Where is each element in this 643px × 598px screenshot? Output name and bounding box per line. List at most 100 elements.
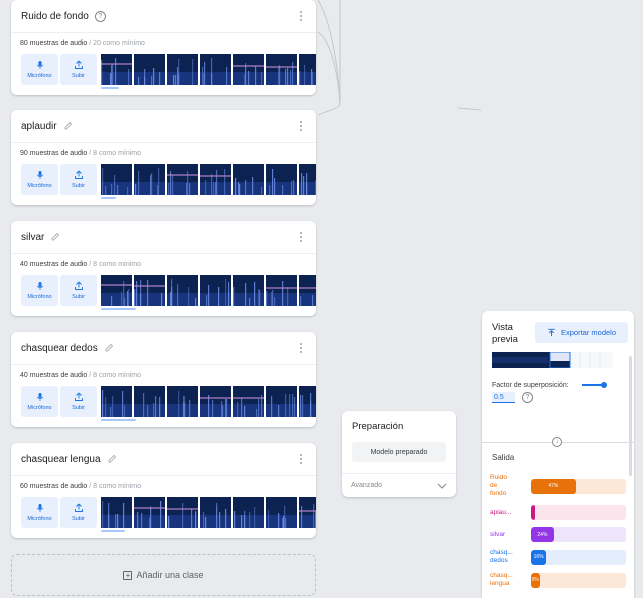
training-title: Preparación [352,421,404,432]
sample-thumbnail[interactable] [299,54,316,85]
microphone-button[interactable]: Micrófono [21,275,58,306]
sample-thumbnail[interactable] [299,275,316,306]
sample-thumbnail[interactable] [266,497,297,528]
advanced-toggle[interactable]: Avanzado [342,473,456,497]
sample-thumbnail[interactable] [233,54,264,85]
train-model-button[interactable]: Modelo preparado [352,442,446,462]
sample-thumbnail[interactable] [233,164,264,195]
sample-thumbnail[interactable] [167,386,198,417]
output-row: Ruido de fondo 47% [490,474,626,498]
overlap-slider-handle[interactable] [601,382,607,388]
sample-thumbnail[interactable] [101,275,132,306]
sample-thumbnails [101,275,316,306]
sample-thumbnail[interactable] [167,54,198,85]
upload-button[interactable]: Subir [60,386,97,417]
help-icon[interactable]: ? [94,10,106,22]
sample-thumbnail[interactable] [101,164,132,195]
upload-icon [74,281,83,290]
microphone-icon [36,282,43,290]
preview-panel: Vista previa Exportar modelo Factor de su… [482,311,634,598]
class-card-aplaudir: aplaudir 90 muestras de audio / 8 como m… [11,110,316,205]
class-card-silvar: silvar 40 muestras de audio / 8 como mín… [11,221,316,316]
more-options-icon[interactable] [300,232,303,242]
class-card-header: chasquear dedos [11,332,316,365]
sample-thumbnail[interactable] [266,54,297,85]
pencil-icon[interactable] [63,121,73,131]
sample-thumbnail[interactable] [299,164,316,195]
preview-scrollbar[interactable] [629,356,632,476]
sample-thumbnail[interactable] [233,275,264,306]
sample-thumbnail[interactable] [200,164,231,195]
output-label: chasq... lengua [490,572,513,587]
thumbnail-scrollbar[interactable] [101,87,119,89]
microphone-button[interactable]: Micrófono [21,386,58,417]
upload-button[interactable]: Subir [60,54,97,85]
confidence-bar: 24% [531,527,554,542]
sample-thumbnail[interactable] [101,497,132,528]
sample-thumbnail[interactable] [167,497,198,528]
sample-thumbnail[interactable] [134,497,165,528]
overlap-label: Factor de superposición: [492,382,569,389]
sample-thumbnail[interactable] [134,164,165,195]
class-title: aplaudir [21,120,57,132]
sample-thumbnail[interactable] [101,386,132,417]
output-row: chasq... dedos 16% [490,549,626,565]
microphone-button[interactable]: Micrófono [21,164,58,195]
thumbnail-scrollbar[interactable] [101,419,136,421]
more-options-icon[interactable] [300,11,303,21]
sample-thumbnail[interactable] [233,497,264,528]
sample-count: 40 muestras de audio / 8 como mínimo [20,372,142,379]
class-title: chasquear dedos [21,342,98,354]
sample-thumbnail[interactable] [266,164,297,195]
sample-thumbnail[interactable] [233,386,264,417]
sample-thumbnail[interactable] [266,275,297,306]
sample-thumbnail[interactable] [299,497,316,528]
sample-thumbnail[interactable] [200,386,231,417]
sample-thumbnail[interactable] [134,275,165,306]
class-card-header: Ruido de fondo ? [11,0,316,33]
output-label: Ruido de fondo [490,474,507,497]
microphone-icon [36,504,43,512]
upload-label: Subir [72,405,85,411]
more-options-icon[interactable] [300,121,303,131]
sample-thumbnail[interactable] [101,54,132,85]
help-icon[interactable]: ? [522,392,533,403]
live-spectrogram [492,352,613,368]
class-card-header: aplaudir [11,110,316,143]
pencil-icon[interactable] [107,454,117,464]
sample-thumbnails [101,386,316,417]
more-options-icon[interactable] [300,343,303,353]
upload-button[interactable]: Subir [60,164,97,195]
sample-thumbnail[interactable] [167,164,198,195]
sample-thumbnail[interactable] [134,386,165,417]
output-label: aplau... [490,508,512,516]
sample-thumbnail[interactable] [299,386,316,417]
confidence-track: 47% [531,478,626,494]
microphone-button[interactable]: Micrófono [21,497,58,528]
arrow-down-icon: ↓ [552,437,562,447]
thumbnail-scrollbar[interactable] [101,308,136,310]
more-options-icon[interactable] [300,454,303,464]
output-row: chasq... lengua 9% [490,572,626,588]
pencil-icon[interactable] [50,232,60,242]
upload-button[interactable]: Subir [60,275,97,306]
sample-thumbnail[interactable] [200,275,231,306]
sample-thumbnail[interactable] [167,275,198,306]
sample-thumbnail[interactable] [200,497,231,528]
thumbnail-scrollbar[interactable] [101,197,116,199]
add-class-button[interactable]: + Añadir una clase [11,554,316,596]
microphone-icon [36,61,43,69]
sample-thumbnail[interactable] [266,386,297,417]
upload-button[interactable]: Subir [60,497,97,528]
sample-thumbnail[interactable] [200,54,231,85]
sample-thumbnail[interactable] [134,54,165,85]
upload-icon [74,170,83,179]
class-card-chasquear-dedos: chasquear dedos 40 muestras de audio / 8… [11,332,316,427]
class-title: silvar [21,231,45,243]
thumbnail-scrollbar[interactable] [101,530,125,532]
pencil-icon[interactable] [104,343,114,353]
overlap-input[interactable]: 0.5 [492,392,515,403]
microphone-icon [36,171,43,179]
export-model-button[interactable]: Exportar modelo [535,322,628,343]
microphone-button[interactable]: Micrófono [21,54,58,85]
